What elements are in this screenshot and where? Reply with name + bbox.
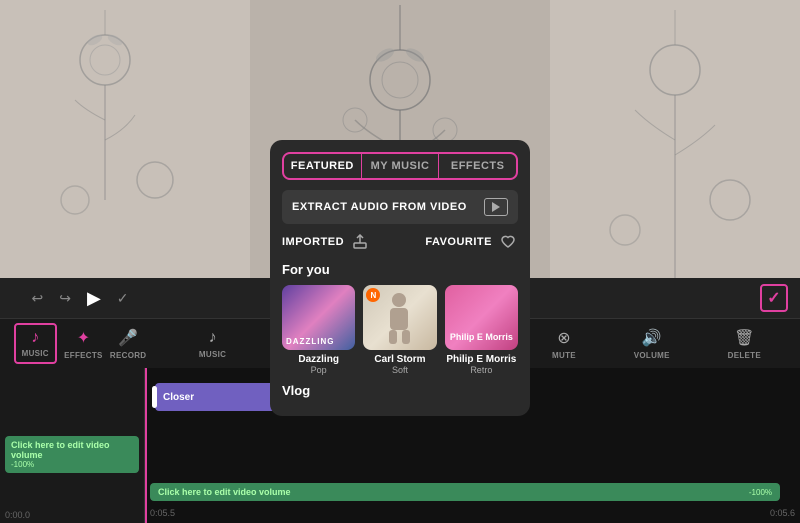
video-panel-left: [0, 0, 250, 280]
volume-tool-button[interactable]: 🔊 VOLUME: [634, 328, 670, 360]
tab-featured[interactable]: FEATURED: [284, 154, 362, 178]
music-tool-label: MUSIC: [22, 349, 49, 358]
delete-label: DELETE: [728, 351, 761, 360]
effects-tool-icon-left: ✦: [77, 328, 90, 348]
video-panel-right: [550, 0, 800, 280]
action-row: IMPORTED FAVOURITE: [282, 232, 518, 252]
philip-name: Philip E Morris: [445, 354, 518, 365]
confirm-check-button[interactable]: ✓: [760, 284, 788, 312]
timeline-track-left: Click here to edit video volume -100% 0:…: [0, 368, 145, 523]
audio-track-left-label: Click here to edit video volume: [11, 440, 133, 460]
audio-track-left-container: Click here to edit video volume -100%: [5, 436, 139, 473]
mute-tool-button[interactable]: ⊗ MUTE: [552, 328, 576, 360]
audio-track-right-bar[interactable]: Click here to edit video volume -100%: [150, 483, 780, 501]
play-button[interactable]: ▶: [87, 288, 101, 309]
record-tool-button-left[interactable]: 🎤 RECORD: [110, 328, 146, 360]
effects-tool-label-left: EFFECTS: [64, 351, 103, 360]
for-you-title: For you: [282, 262, 518, 277]
dazzling-thumbnail: DAZZLING: [282, 285, 355, 350]
person-silhouette-icon: [382, 290, 417, 345]
tab-my-music[interactable]: MY MUSIC: [362, 154, 440, 178]
redo-icon[interactable]: ↪: [59, 290, 71, 307]
favourite-label: FAVOURITE: [425, 236, 492, 248]
timecode-mid: 0:05.5: [150, 508, 175, 518]
music-card-dazzling[interactable]: DAZZLING Dazzling Pop: [282, 285, 355, 375]
philip-thumbnail: Philip E Morris: [445, 285, 518, 350]
music-card-philip[interactable]: Philip E Morris Philip E Morris Retro: [445, 285, 518, 375]
music-tool-button-right[interactable]: ♪ MUSIC: [199, 329, 226, 359]
timeline-controls-right: ✓: [500, 284, 800, 312]
music-cards-row: DAZZLING Dazzling Pop N Carl Storm Soft: [270, 285, 530, 375]
philip-genre: Retro: [445, 365, 518, 375]
tab-effects[interactable]: EFFECTS: [439, 154, 516, 178]
dazzling-name: Dazzling: [282, 354, 355, 365]
imported-label: IMPORTED: [282, 236, 344, 248]
closer-handle: [152, 386, 157, 408]
music-panel: FEATURED MY MUSIC EFFECTS EXTRACT AUDIO …: [270, 140, 530, 416]
music-label-right: MUSIC: [199, 350, 226, 359]
play-triangle-icon: [492, 202, 500, 212]
music-tool-button[interactable]: ♪ MUSIC: [14, 323, 57, 364]
music-tabs: FEATURED MY MUSIC EFFECTS: [282, 152, 518, 180]
music-card-carl[interactable]: N Carl Storm Soft: [363, 285, 436, 375]
audio-track-right-label: Click here to edit video volume: [158, 487, 291, 497]
mute-label: MUTE: [552, 351, 576, 360]
timeline-controls-left: ↩ ↪ ▶ ✓: [0, 288, 160, 309]
effects-tool-button-left[interactable]: ✦ EFFECTS: [64, 328, 103, 360]
carl-name: Carl Storm: [363, 354, 436, 365]
new-badge: N: [366, 288, 380, 302]
extract-play-button[interactable]: [484, 198, 508, 216]
favourite-button[interactable]: FAVOURITE: [425, 232, 518, 252]
undo-icon[interactable]: ↩: [31, 290, 43, 307]
audio-track-left-volume: -100%: [11, 460, 133, 469]
music-tool-icon: ♪: [31, 329, 39, 347]
extract-audio-label: EXTRACT AUDIO FROM VIDEO: [292, 201, 467, 213]
carl-thumbnail: N: [363, 285, 436, 350]
dazzling-genre: Pop: [282, 365, 355, 375]
imported-button[interactable]: IMPORTED: [282, 232, 370, 252]
extract-audio-row[interactable]: EXTRACT AUDIO FROM VIDEO: [282, 190, 518, 224]
record-tool-label-left: RECORD: [110, 351, 146, 360]
toolbar-left: ♪ MUSIC ✦ EFFECTS 🎤 RECORD: [0, 319, 160, 368]
check-icon-left[interactable]: ✓: [117, 290, 129, 307]
timecode-left: 0:00.0: [5, 510, 30, 520]
record-tool-icon-left: 🎤: [118, 328, 138, 348]
heart-icon: [498, 232, 518, 252]
volume-icon: 🔊: [642, 328, 662, 348]
vlog-title: Vlog: [282, 383, 518, 398]
share-icon: [350, 232, 370, 252]
dazzling-title: DAZZLING: [286, 337, 334, 346]
delete-tool-button[interactable]: 🗑 DELETE: [728, 328, 761, 360]
carl-genre: Soft: [363, 365, 436, 375]
music-icon-right: ♪: [209, 329, 217, 347]
playhead: [145, 368, 147, 523]
closer-label: Closer: [163, 392, 194, 403]
audio-track-right-volume: -100%: [749, 488, 772, 497]
audio-track-left-bar[interactable]: Click here to edit video volume -100%: [5, 436, 139, 473]
philip-title: Philip E Morris: [449, 332, 514, 342]
volume-label: VOLUME: [634, 351, 670, 360]
vlog-section: Vlog: [282, 383, 518, 398]
audio-track-right-container: Click here to edit video volume -100%: [150, 483, 780, 501]
check-mark-icon: ✓: [767, 288, 780, 308]
delete-icon: 🗑: [734, 328, 754, 348]
mute-icon: ⊗: [557, 328, 570, 348]
timecode-right: 0:05.6: [770, 508, 795, 518]
